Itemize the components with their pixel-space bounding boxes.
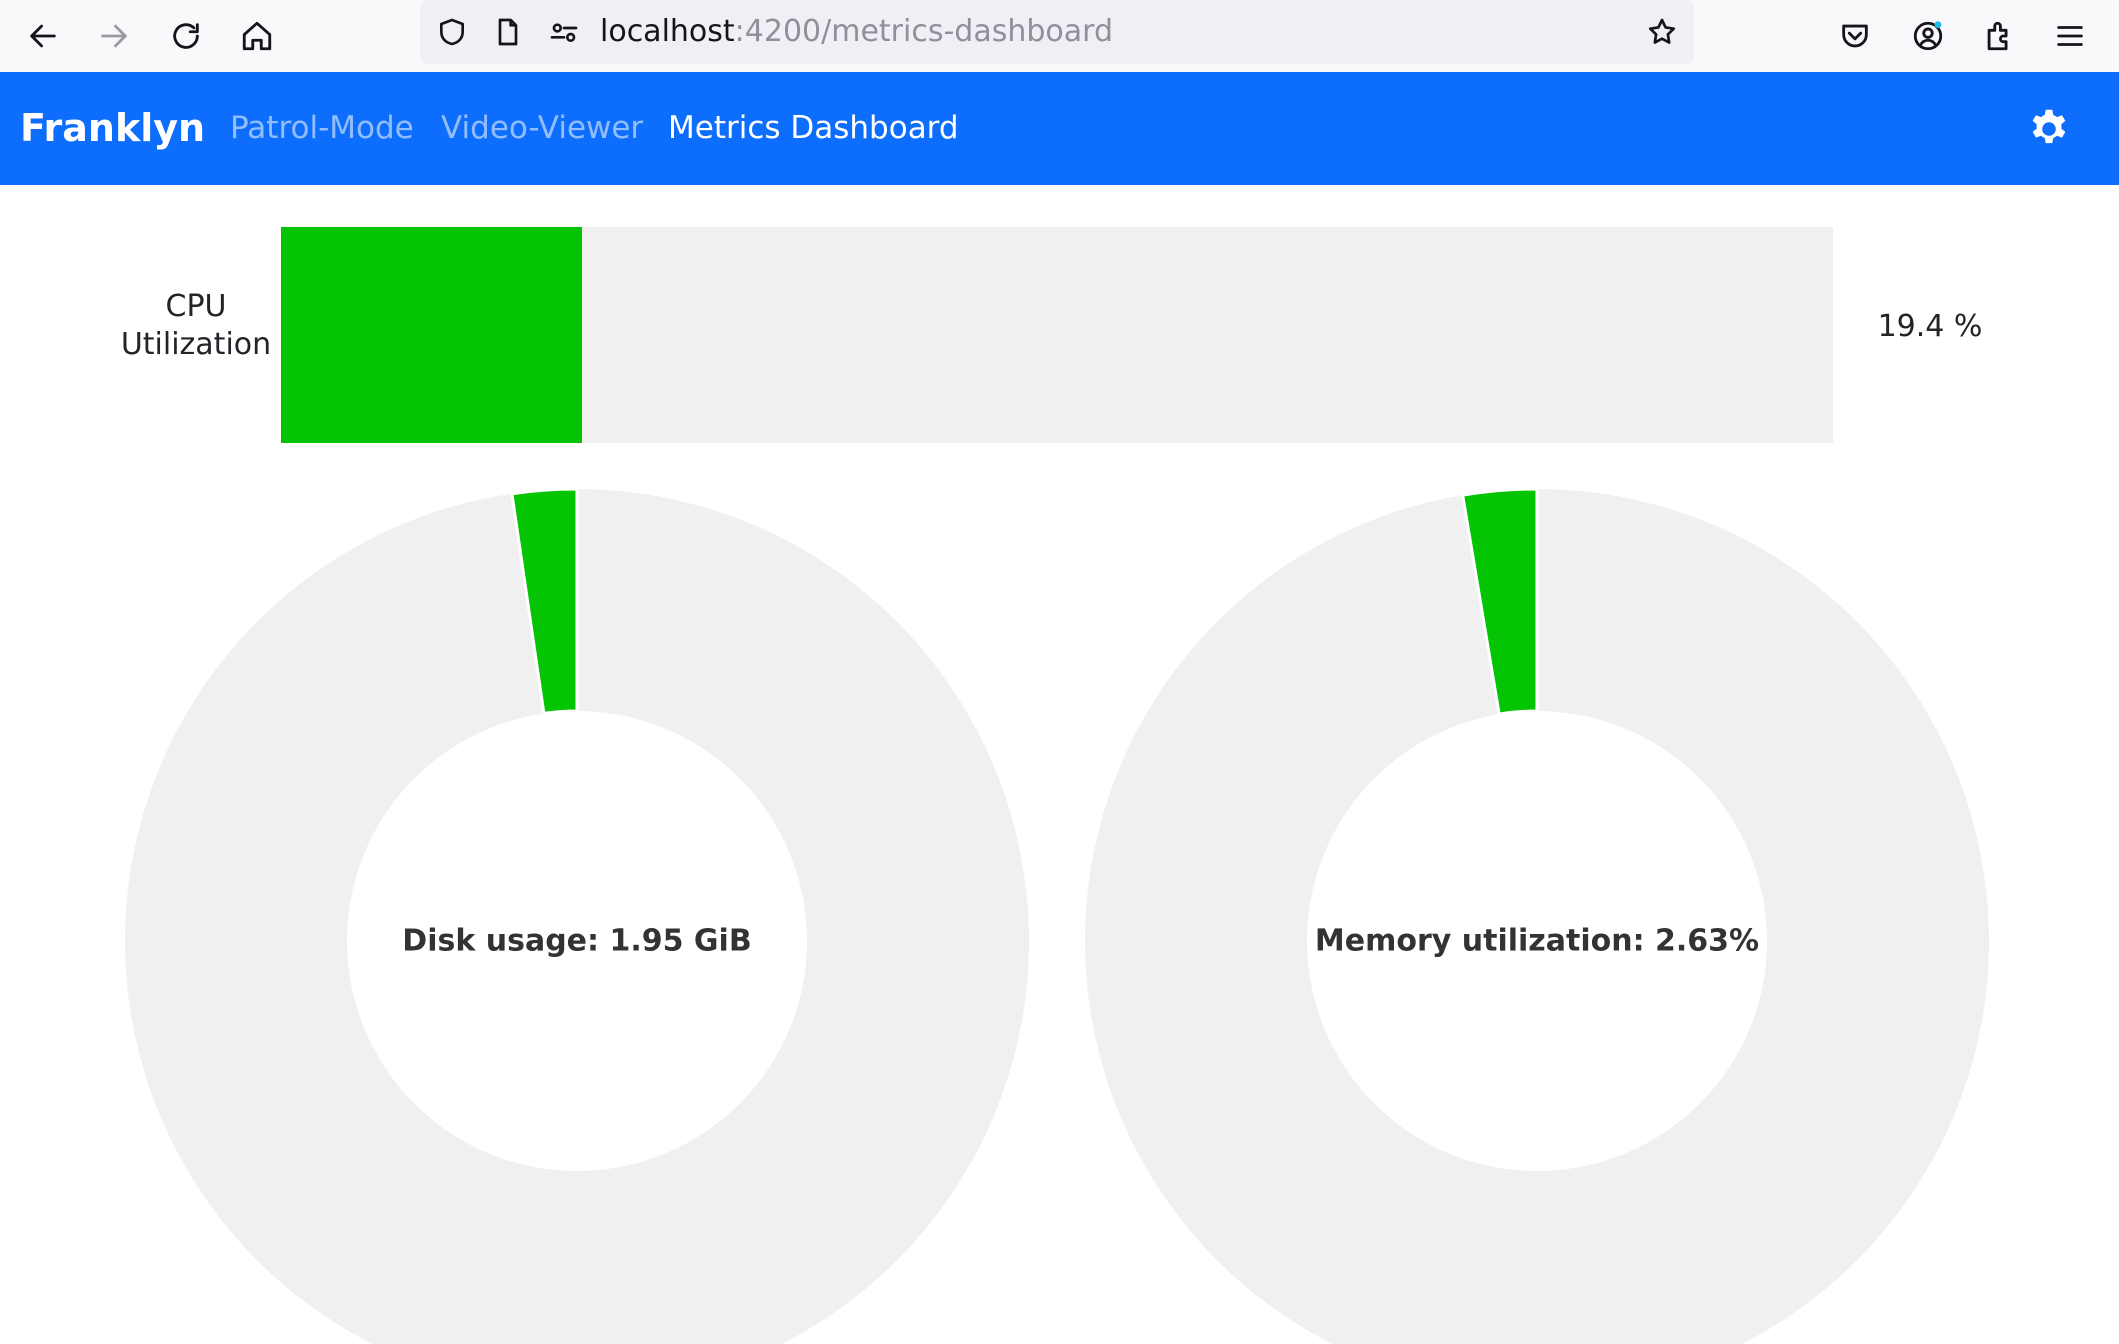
donut-charts: Disk usage: 1.95 GiB Memory utilization: … [125, 487, 1989, 1344]
disk-usage-center-label: Disk usage: 1.95 GiB [402, 924, 751, 959]
memory-utilization-center-label: Memory utilization: 2.63% [1315, 924, 1759, 959]
